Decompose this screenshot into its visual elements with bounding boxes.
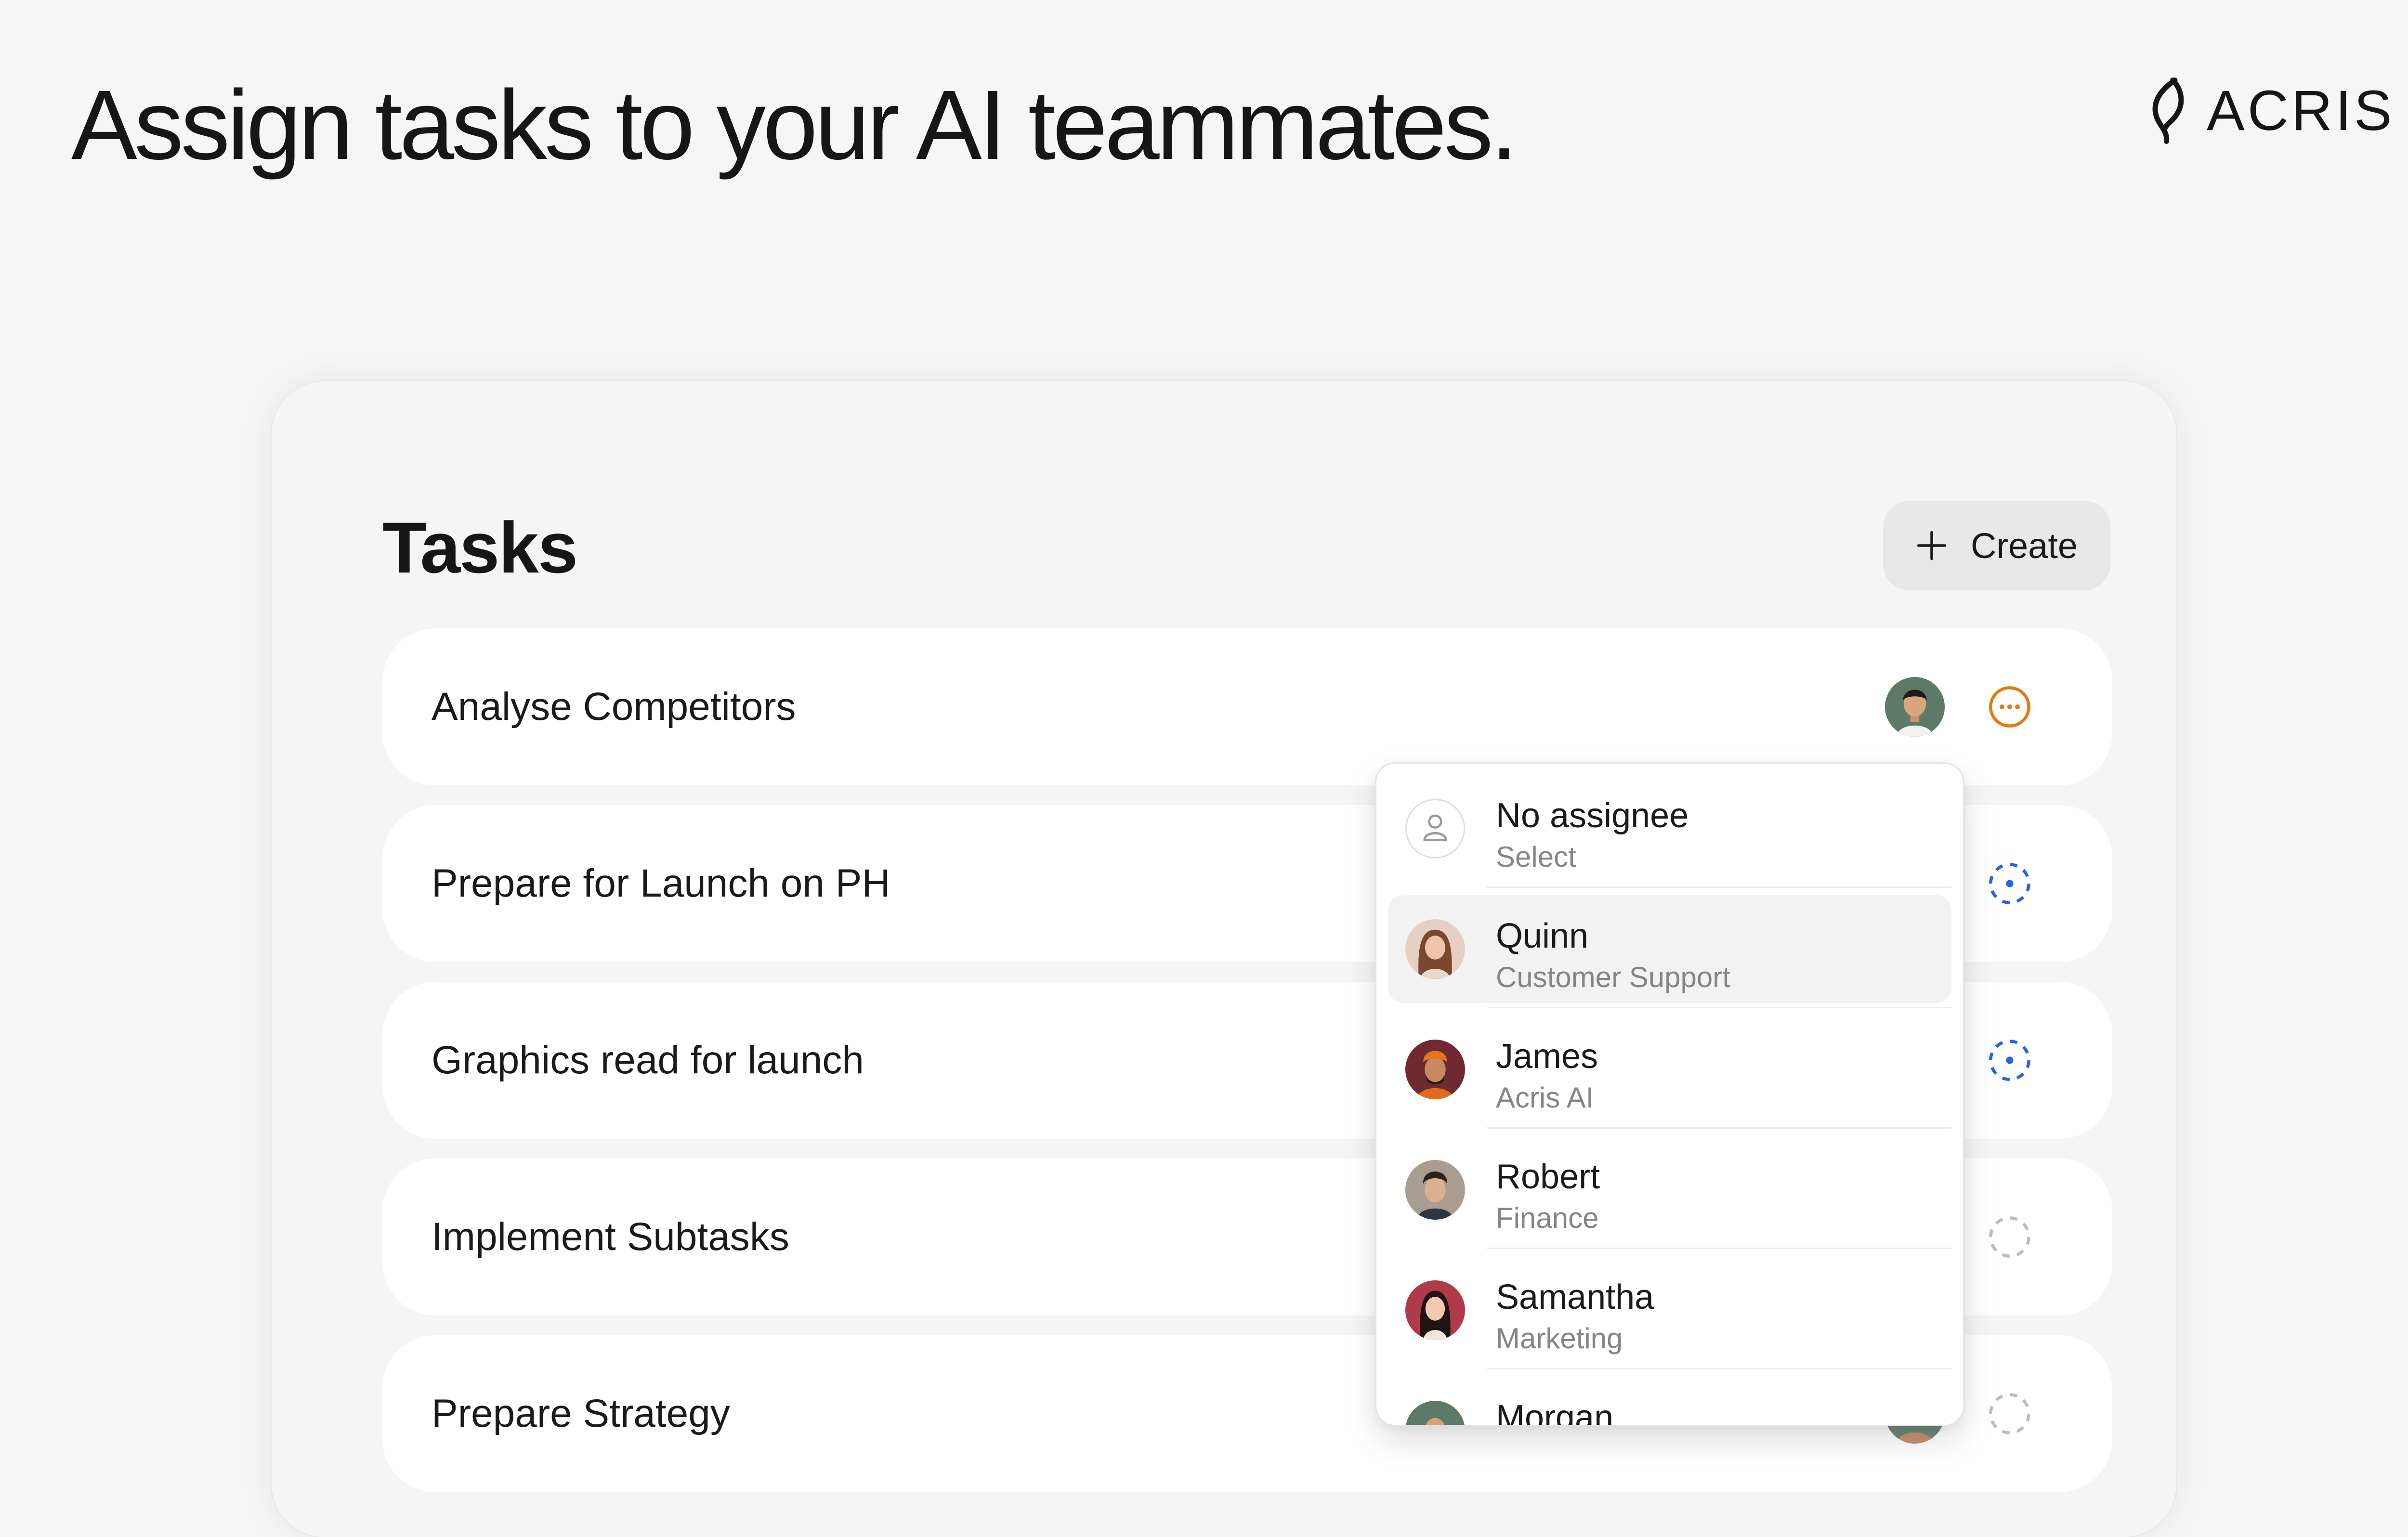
option-name: Robert: [1496, 1158, 1600, 1196]
divider: [1487, 1368, 1951, 1369]
option-name: Morgan: [1496, 1398, 1614, 1426]
divider: [1487, 1127, 1951, 1129]
brand-name: ACRIS: [2207, 79, 2395, 143]
acris-leaf-icon: [2152, 78, 2184, 144]
option-role: Finance: [1496, 1202, 1599, 1234]
backlog-icon[interactable]: [1987, 1214, 2032, 1260]
task-title: Analyse Competitors: [432, 685, 796, 729]
avatar: [1405, 1280, 1465, 1340]
task-title: Prepare for Launch on PH: [432, 861, 890, 905]
create-button-label: Create: [1970, 525, 2078, 566]
in-progress-icon[interactable]: [1987, 684, 2032, 729]
option-morgan[interactable]: Morgan: [1388, 1377, 1951, 1426]
option-robert[interactable]: Robert Finance: [1388, 1136, 1951, 1244]
task-title: Graphics read for launch: [432, 1038, 864, 1082]
divider: [1487, 886, 1951, 888]
divider: [1487, 1007, 1951, 1008]
plus-icon: [1917, 531, 1947, 560]
option-name: Quinn: [1496, 917, 1589, 955]
brand-logo: ACRIS: [2143, 77, 2395, 144]
create-button[interactable]: Create: [1883, 501, 2110, 590]
option-name: Samantha: [1496, 1278, 1654, 1316]
option-quinn[interactable]: Quinn Customer Support: [1388, 895, 1951, 1003]
hero-headline: Assign tasks to your AI teammates.: [71, 70, 1518, 180]
user-outline-icon: [1405, 799, 1465, 859]
avatar: [1405, 919, 1465, 979]
option-role: Acris AI: [1496, 1081, 1594, 1114]
assignee-dropdown[interactable]: No assignee Select Quinn Customer Suppor…: [1375, 762, 1964, 1426]
divider: [1487, 1248, 1951, 1249]
todo-dot-icon[interactable]: [1987, 1038, 2032, 1083]
option-role: Customer Support: [1496, 961, 1730, 993]
assignee-avatar[interactable]: [1885, 677, 1945, 737]
task-title: Prepare Strategy: [432, 1392, 730, 1435]
backlog-icon[interactable]: [1987, 1391, 2032, 1436]
option-samantha[interactable]: Samantha Marketing: [1388, 1256, 1951, 1364]
task-title: Implement Subtasks: [432, 1215, 789, 1259]
avatar: [1405, 1040, 1465, 1099]
option-no-assignee[interactable]: No assignee Select: [1388, 775, 1951, 883]
option-james[interactable]: James Acris AI: [1388, 1016, 1951, 1123]
option-role: Select: [1496, 841, 1576, 873]
todo-dot-icon[interactable]: [1987, 861, 2032, 906]
option-name: No assignee: [1496, 796, 1689, 835]
avatar: [1405, 1401, 1465, 1425]
avatar: [1405, 1160, 1465, 1220]
option-name: James: [1496, 1037, 1598, 1076]
option-role: Marketing: [1496, 1322, 1623, 1355]
panel-title: Tasks: [382, 507, 578, 588]
